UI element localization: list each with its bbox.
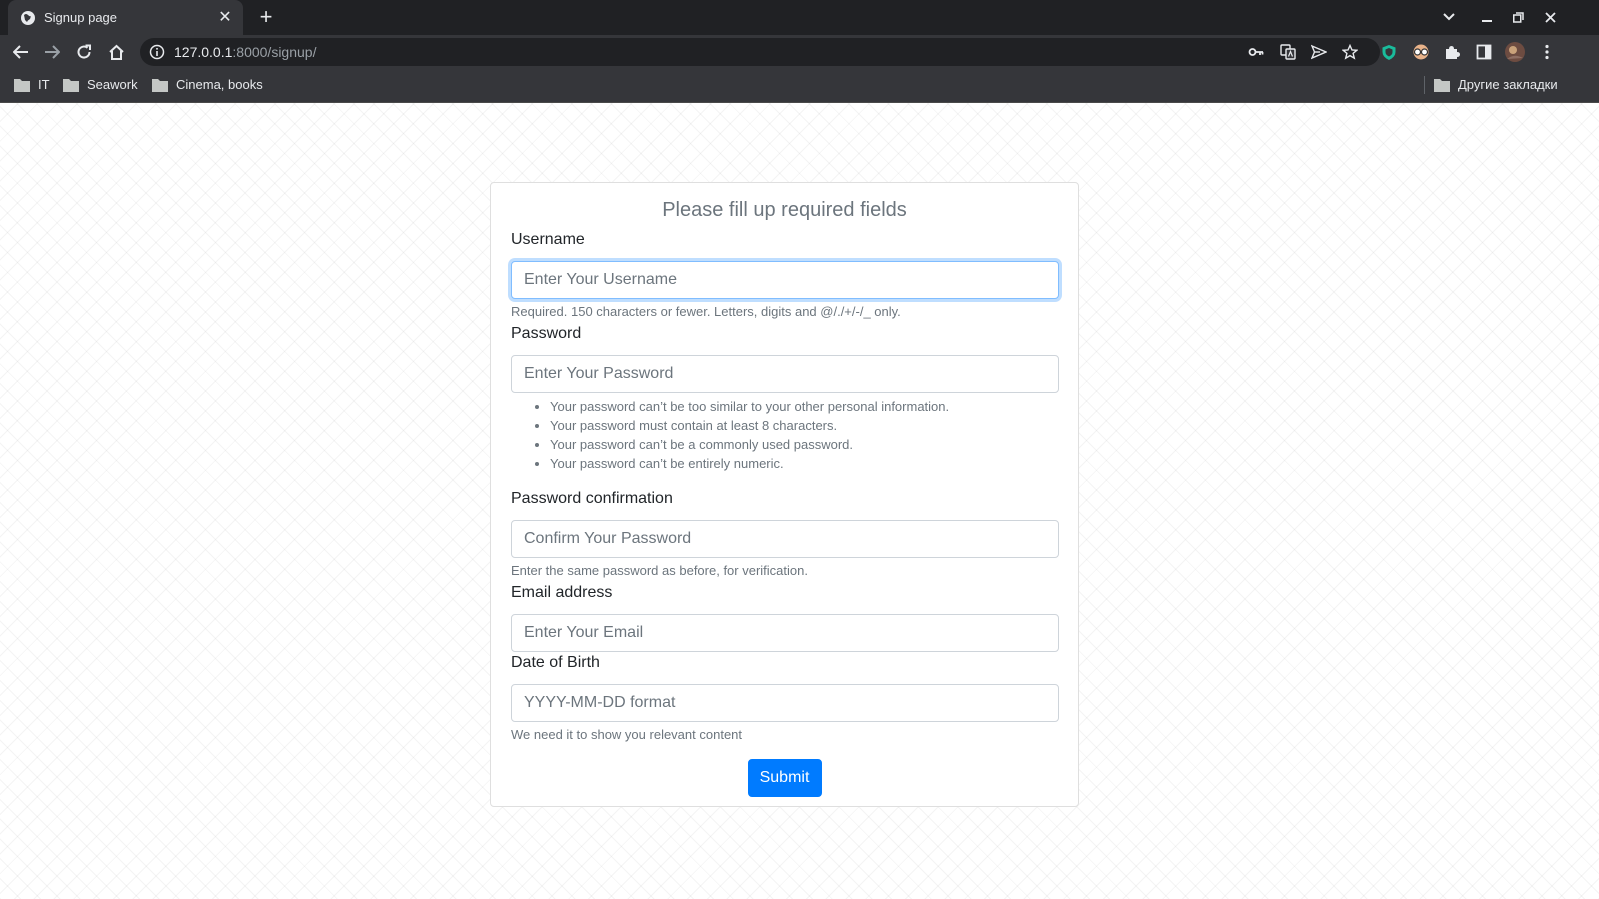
close-window-icon[interactable] [1541,8,1559,26]
password-rule: Your password can’t be too similar to yo… [550,397,1058,416]
back-arrow-icon[interactable] [9,40,33,64]
key-icon[interactable] [1248,44,1264,60]
address-bar[interactable]: 127.0.0.1:8000/signup/ [140,38,1380,66]
password-confirmation-help-text: Enter the same password as before, for v… [511,563,808,578]
reload-icon[interactable] [72,40,96,64]
bookmark-folder-other[interactable]: Другие закладки [1434,77,1558,92]
tab-search-chevron-icon[interactable] [1440,8,1458,26]
username-input[interactable] [511,261,1059,299]
dob-help-text: We need it to show you relevant content [511,727,743,742]
dob-input[interactable] [511,684,1059,722]
shield-extension-icon[interactable] [1377,40,1401,64]
home-icon[interactable] [104,40,128,64]
globe-icon [21,10,35,25]
puzzle-extensions-icon[interactable] [1440,40,1464,64]
username-help-text: Required. 150 characters or fewer. Lette… [511,304,901,319]
tab-strip: Signup page ✕ + [0,0,1599,35]
bookmarks-bar: IT Seawork Cinema, books Другие закладки [0,68,1599,103]
url-path: :8000/signup/ [232,44,317,60]
tab-title: Signup page [44,10,118,25]
folder-icon [152,78,168,92]
new-tab-icon[interactable]: + [256,6,276,28]
dob-label: Date of Birth [511,654,600,671]
bookmark-folder-it[interactable]: IT [14,77,50,92]
forward-arrow-icon[interactable] [40,40,64,64]
password-rule: Your password can’t be entirely numeric. [550,454,1058,473]
password-rule: Your password can’t be a commonly used p… [550,435,1058,454]
folder-icon [14,78,30,92]
bookmark-label: Cinema, books [176,77,263,92]
bookmark-label: IT [38,77,50,92]
email-input[interactable] [511,614,1059,652]
bookmarks-divider [1424,76,1425,94]
password-label: Password [511,325,582,342]
page-viewport: Please fill up required fields Username … [0,103,1599,899]
password-confirmation-input[interactable] [511,520,1059,558]
url-text: 127.0.0.1:8000/signup/ [174,44,316,60]
password-rule: Your password must contain at least 8 ch… [550,416,1058,435]
restore-icon[interactable] [1509,8,1527,26]
password-confirmation-label: Password confirmation [511,490,673,507]
tab-signup[interactable]: Signup page ✕ [8,0,243,35]
close-tab-icon[interactable]: ✕ [217,9,233,26]
send-icon[interactable] [1311,44,1327,60]
glasses-extension-icon[interactable] [1409,40,1433,64]
star-bookmark-icon[interactable] [1342,44,1358,60]
info-icon[interactable] [149,44,165,60]
signup-form: Please fill up required fields Username … [490,182,1079,807]
form-title: Please fill up required fields [662,199,907,221]
more-menu-icon[interactable] [1535,40,1559,64]
email-label: Email address [511,584,613,601]
folder-icon [63,78,79,92]
bookmark-label: Seawork [87,77,138,92]
bookmark-folder-seawork[interactable]: Seawork [63,77,138,92]
url-host: 127.0.0.1 [174,44,233,60]
translate-icon[interactable] [1280,44,1296,60]
username-label: Username [511,231,585,248]
avatar[interactable] [1503,40,1527,64]
password-input[interactable] [511,355,1059,393]
bookmark-label: Другие закладки [1458,77,1558,92]
side-panel-icon[interactable] [1472,40,1496,64]
browser-toolbar: 127.0.0.1:8000/signup/ [0,35,1599,68]
password-rules-list: Your password can’t be too similar to yo… [511,397,1058,473]
minimize-icon[interactable] [1478,8,1496,26]
bookmark-folder-cinema-books[interactable]: Cinema, books [152,77,263,92]
folder-icon [1434,78,1450,92]
submit-button[interactable]: Submit [747,759,822,797]
